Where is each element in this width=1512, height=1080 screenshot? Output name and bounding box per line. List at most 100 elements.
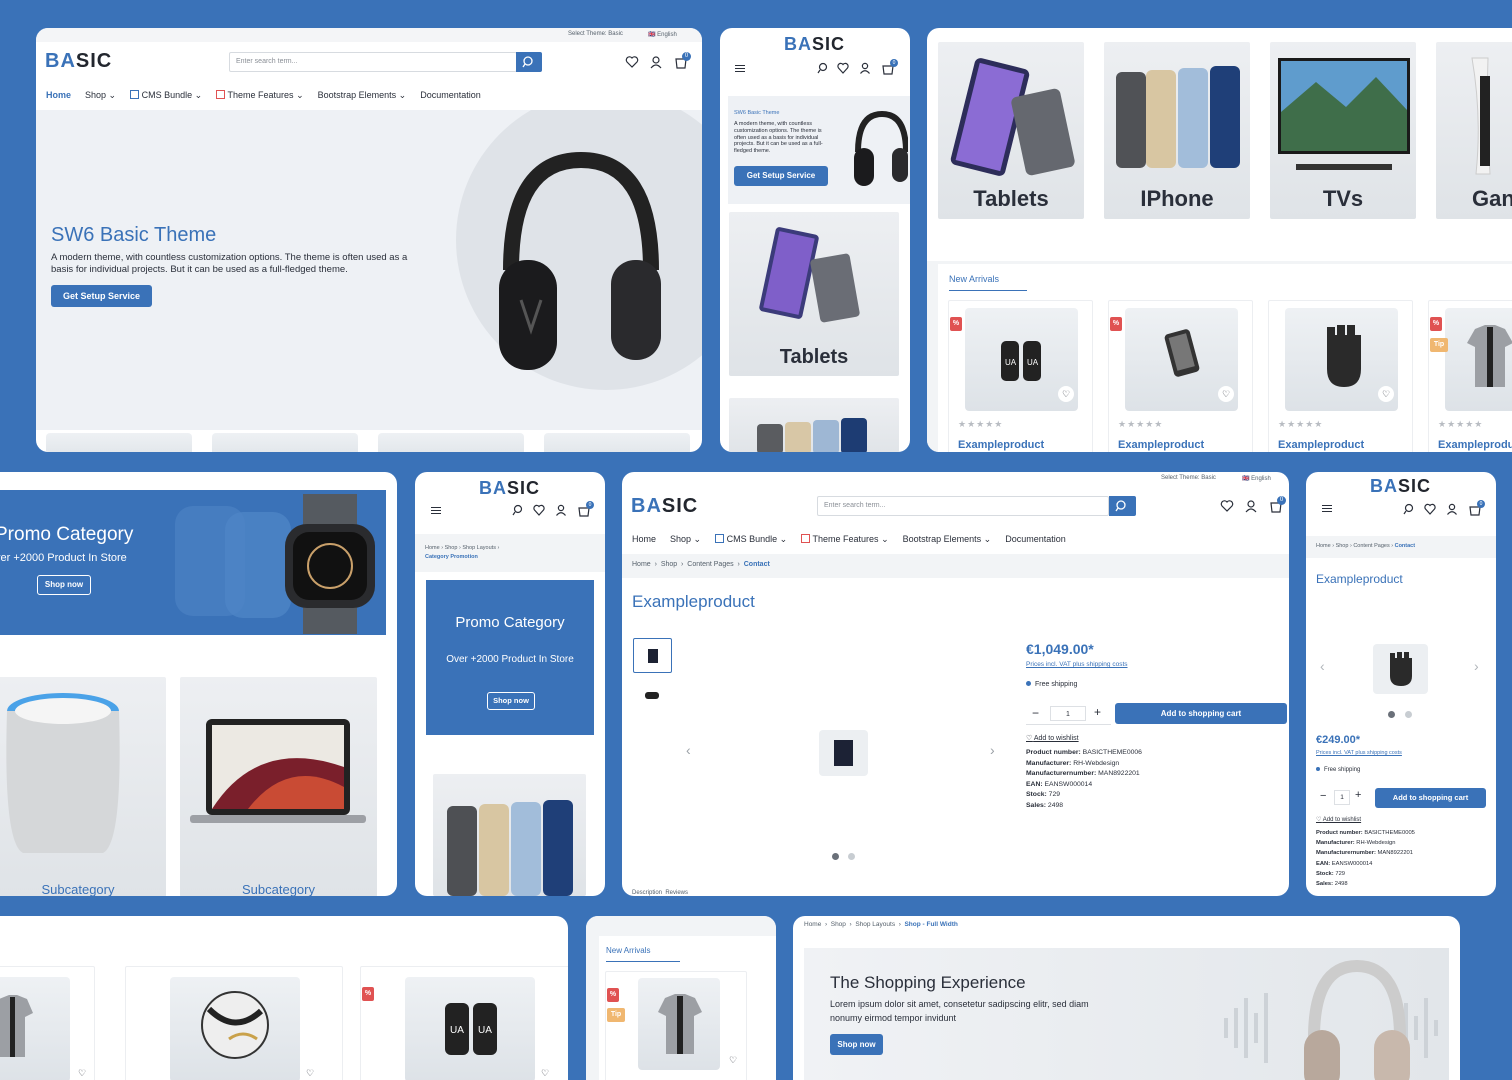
new-arrivals-title[interactable]: New Arrivals	[606, 946, 650, 955]
wishlist-heart-icon[interactable]: ♡	[1218, 386, 1234, 402]
qty-stepper[interactable]: − 1 +	[1316, 789, 1370, 807]
product-card[interactable]: % Tip ★★★★★ Exampleproduct	[1428, 300, 1512, 452]
gallery-prev-icon[interactable]: ‹	[686, 742, 691, 758]
subcategory-tile[interactable]: Subcategory	[180, 677, 377, 896]
search-input[interactable]: Enter search term...	[817, 496, 1109, 516]
wishlist-heart-icon[interactable]: ♡	[725, 1052, 741, 1068]
crumb[interactable]: Shop Layouts	[855, 921, 895, 928]
wishlist-heart-icon[interactable]: ♡	[1058, 386, 1074, 402]
user-icon[interactable]	[649, 55, 663, 69]
subcategory-tile[interactable]: Subcategory	[0, 677, 166, 896]
logo[interactable]: BASIC	[1370, 476, 1431, 497]
gallery-next-icon[interactable]: ›	[1474, 658, 1479, 674]
category-tile-iphone[interactable]	[433, 774, 586, 896]
product-card[interactable]: UA UA % ♡	[360, 966, 568, 1080]
search-icon[interactable]	[511, 504, 523, 516]
heart-icon[interactable]	[1424, 503, 1436, 515]
qty-minus-button[interactable]: −	[1320, 790, 1326, 802]
theme-select[interactable]: Select Theme: Basic	[568, 31, 623, 37]
category-tile-tvs[interactable]: TVs	[1270, 42, 1416, 219]
search-icon[interactable]	[816, 62, 828, 74]
product-name[interactable]: Exampleproduct	[1278, 439, 1364, 451]
user-icon[interactable]	[555, 504, 567, 516]
crumb[interactable]: Shop	[661, 561, 677, 568]
qty-plus-button[interactable]: +	[1355, 789, 1361, 801]
product-card[interactable]: ♡ ★★★★★ Exampleproduct	[1268, 300, 1413, 452]
product-name[interactable]: Exampleproduct	[958, 439, 1044, 451]
add-to-cart-button[interactable]: Add to shopping cart	[1375, 788, 1486, 808]
nav-cms[interactable]: CMS Bundle ⌄	[715, 534, 787, 545]
product-tabs[interactable]: Description Reviews	[632, 890, 688, 896]
qty-value[interactable]: 1	[1334, 790, 1350, 805]
thumbnail[interactable]	[633, 678, 672, 713]
price-note-link[interactable]: Prices incl. VAT plus shipping costs	[1026, 661, 1128, 668]
crumb[interactable]: Shop	[1336, 543, 1349, 549]
heart-icon[interactable]	[625, 55, 639, 69]
product-card[interactable]: % ♡ ★★★★★ Exampleproduct	[1108, 300, 1253, 452]
gallery-prev-icon[interactable]: ‹	[1320, 658, 1325, 674]
theme-select[interactable]: Select Theme: Basic	[1161, 475, 1216, 481]
crumb[interactable]: Home	[1316, 543, 1331, 549]
new-arrivals-title[interactable]: New Arrivals	[949, 274, 999, 284]
logo[interactable]: BASIC	[479, 478, 540, 499]
crumb[interactable]: Content Pages	[1353, 543, 1389, 549]
crumb[interactable]: Shop	[831, 921, 846, 928]
product-card[interactable]: ♡	[125, 966, 343, 1080]
crumb[interactable]: Shop	[445, 545, 458, 551]
qty-minus-button[interactable]: −	[1032, 706, 1039, 720]
gallery-dot-active[interactable]	[832, 853, 839, 860]
crumb[interactable]: Home	[804, 921, 821, 928]
wishlist-heart-icon[interactable]: ♡	[1378, 386, 1394, 402]
promo-shop-now-button[interactable]: Shop now	[487, 692, 535, 710]
user-icon[interactable]	[1244, 499, 1258, 513]
gallery-dot[interactable]	[848, 853, 855, 860]
search-button[interactable]	[516, 52, 542, 72]
logo[interactable]: BASIC	[45, 50, 112, 73]
nav-shop[interactable]: Shop ⌄	[670, 534, 701, 545]
language-select[interactable]: 🇬🇧 English	[648, 31, 677, 38]
search-icon[interactable]	[1402, 503, 1414, 515]
nav-docs[interactable]: Documentation	[420, 90, 481, 101]
thumbnail[interactable]	[633, 638, 672, 673]
wishlist-link[interactable]: ♡ Add to wishlist	[1316, 816, 1361, 823]
menu-icon[interactable]	[431, 507, 441, 514]
mobile-hero-cta[interactable]: Get Setup Service	[734, 166, 828, 186]
qty-value[interactable]: 1	[1050, 706, 1086, 721]
nav-home[interactable]: Home	[632, 534, 656, 545]
search-input[interactable]: Enter search term...	[229, 52, 517, 72]
heart-icon[interactable]	[1220, 499, 1234, 513]
shopping-cta-button[interactable]: Shop now	[830, 1034, 883, 1055]
gallery-dot[interactable]	[1405, 711, 1412, 718]
category-tile-tablets[interactable]: Tablets	[938, 42, 1084, 219]
category-tile-iphone[interactable]	[729, 398, 899, 452]
hero-cta-button[interactable]: Get Setup Service	[51, 285, 152, 307]
product-card[interactable]: ♡	[0, 966, 95, 1080]
nav-theme[interactable]: Theme Features ⌄	[801, 534, 889, 545]
product-card[interactable]: % Tip ♡	[605, 971, 747, 1080]
nav-theme[interactable]: Theme Features ⌄	[216, 90, 304, 101]
nav-home[interactable]: Home	[46, 90, 71, 101]
user-icon[interactable]	[1446, 503, 1458, 515]
nav-bootstrap[interactable]: Bootstrap Elements ⌄	[903, 534, 992, 545]
wishlist-link[interactable]: ♡ Add to wishlist	[1026, 734, 1079, 742]
qty-plus-button[interactable]: +	[1094, 705, 1101, 719]
logo[interactable]: BASIC	[784, 34, 845, 55]
qty-stepper[interactable]: − 1 +	[1026, 703, 1111, 725]
menu-icon[interactable]	[1322, 505, 1332, 512]
crumb[interactable]: Home	[425, 545, 440, 551]
nav-bootstrap[interactable]: Bootstrap Elements ⌄	[318, 90, 407, 101]
wishlist-heart-icon[interactable]: ♡	[302, 1065, 318, 1080]
price-note-link[interactable]: Prices incl. VAT plus shipping costs	[1316, 750, 1402, 756]
language-select[interactable]: 🇬🇧 English	[1242, 475, 1271, 482]
search-button[interactable]	[1109, 496, 1136, 516]
category-tile-iphone[interactable]: IPhone	[1104, 42, 1250, 219]
add-to-cart-button[interactable]: Add to shopping cart	[1115, 703, 1287, 724]
gallery-dot-active[interactable]	[1388, 711, 1395, 718]
nav-shop[interactable]: Shop ⌄	[85, 90, 116, 101]
heart-icon[interactable]	[837, 62, 849, 74]
nav-docs[interactable]: Documentation	[1005, 534, 1066, 545]
crumb[interactable]: Shop Layouts	[462, 545, 496, 551]
logo[interactable]: BASIC	[631, 495, 698, 518]
menu-icon[interactable]	[735, 65, 745, 72]
crumb[interactable]: Content Pages	[687, 561, 733, 568]
